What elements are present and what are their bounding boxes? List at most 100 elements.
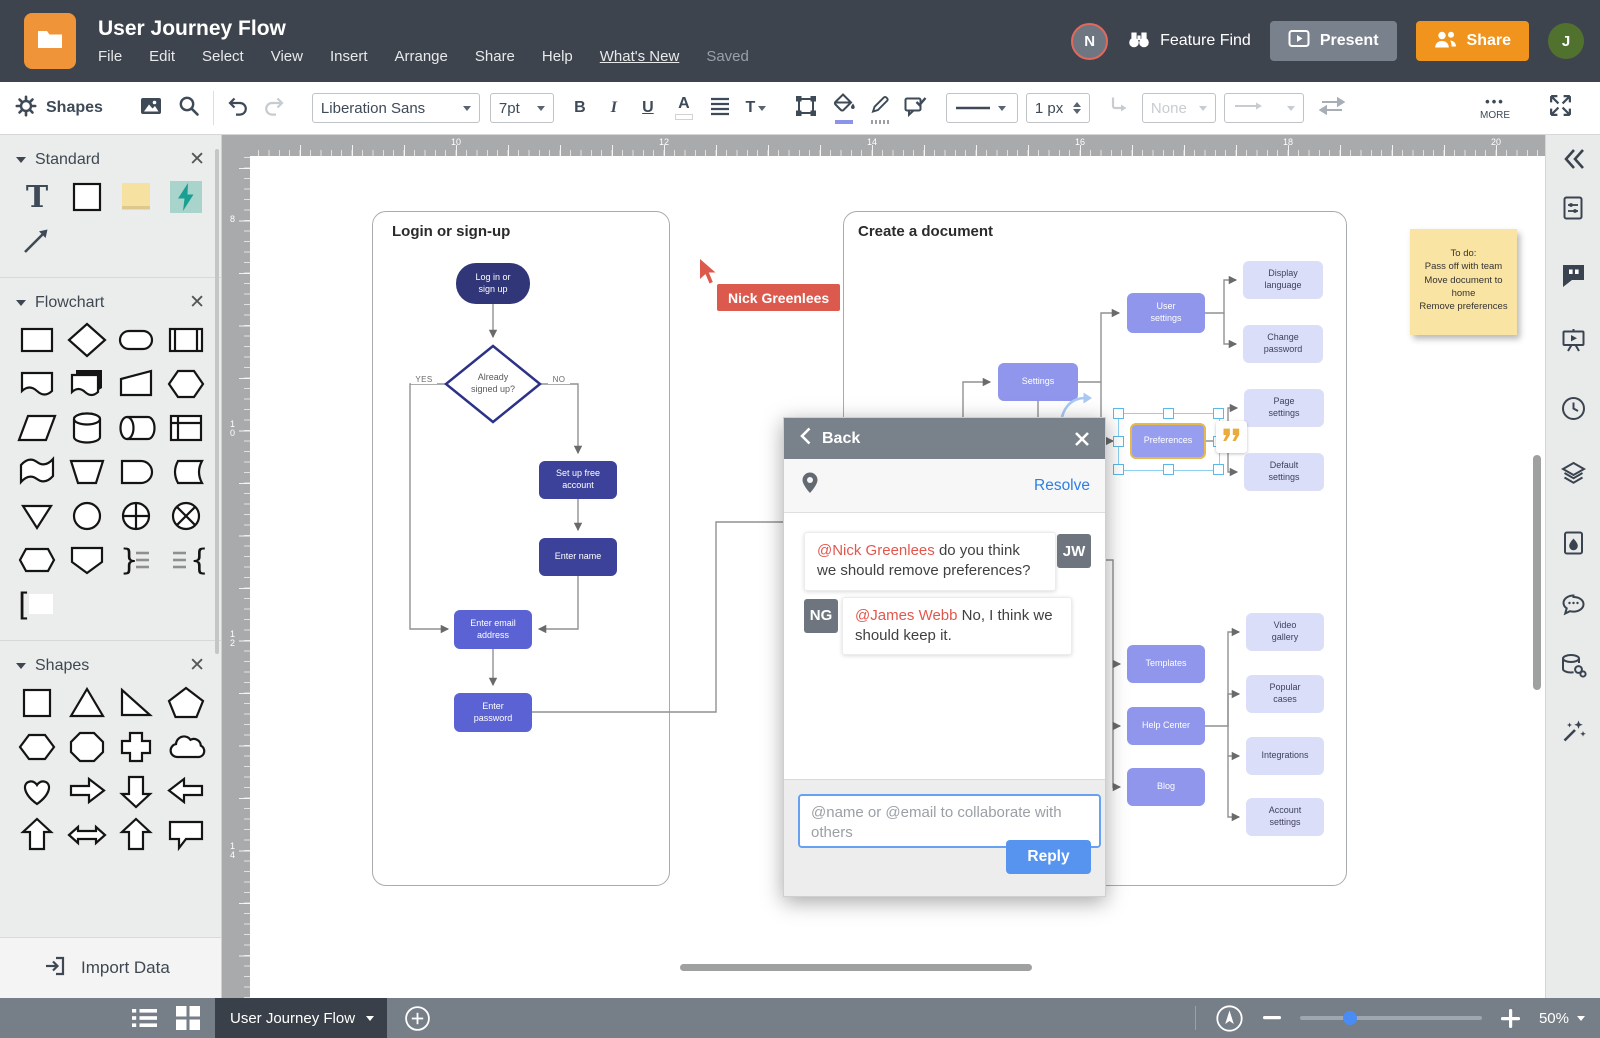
zoom-slider-knob[interactable] [1342, 1011, 1357, 1025]
shape-arrow-left-icon[interactable] [166, 773, 206, 809]
fill-color-button[interactable] [830, 92, 858, 124]
shape-pentagon-icon[interactable] [166, 685, 206, 721]
shape-right-triangle-icon[interactable] [116, 685, 156, 721]
menu-item-insert[interactable]: Insert [330, 48, 368, 65]
back-button[interactable]: Back [800, 427, 860, 450]
zoom-level-select[interactable]: 50% [1539, 1010, 1585, 1027]
menu-item-help[interactable]: Help [542, 48, 573, 65]
resolve-link[interactable]: Resolve [1034, 477, 1090, 495]
italic-button[interactable]: I [600, 92, 628, 124]
theme-icon[interactable] [1560, 530, 1587, 557]
shapes-toggle[interactable]: Shapes [14, 94, 103, 123]
shape-off-page-connector-icon[interactable] [67, 542, 107, 578]
node-blog[interactable]: Blog [1127, 768, 1205, 806]
selection-handle[interactable] [1112, 435, 1124, 447]
shape-brace-left-icon[interactable]: { [166, 542, 206, 578]
shape-summing-junction-icon[interactable] [116, 498, 156, 534]
selection-handle[interactable] [1112, 463, 1124, 475]
sticky-note[interactable]: To do: Pass off with team Move document … [1410, 229, 1517, 335]
align-button[interactable] [706, 92, 734, 124]
search-button[interactable] [175, 92, 203, 124]
panel-scrollbar[interactable] [215, 149, 219, 654]
zoom-slider[interactable] [1299, 1011, 1482, 1025]
data-linking-icon[interactable] [1560, 652, 1587, 679]
menu-item-select[interactable]: Select [202, 48, 244, 65]
node-setup[interactable]: Set up free account [539, 461, 617, 499]
shape-manual-operation-icon[interactable] [67, 454, 107, 490]
line-style-select[interactable] [945, 93, 1018, 123]
close-section-icon[interactable]: ✕ [189, 150, 205, 169]
add-page-icon[interactable] [404, 1005, 431, 1032]
shape-database-icon[interactable] [67, 410, 107, 446]
shape-multi-document-icon[interactable] [67, 366, 107, 402]
shape-frame-button[interactable] [792, 92, 820, 124]
node-user-settings[interactable]: User settings [1127, 293, 1205, 333]
shape-arrow-up-icon[interactable] [17, 817, 57, 853]
chevron-down-icon[interactable] [16, 662, 26, 669]
menu-item-arrange[interactable]: Arrange [395, 48, 448, 65]
selection-handle[interactable] [1112, 407, 1124, 419]
shape-sticky-note-icon[interactable] [116, 179, 156, 215]
node-name[interactable]: Enter name [539, 538, 617, 576]
selection-handle[interactable] [1212, 407, 1224, 419]
shape-data-button[interactable] [902, 92, 930, 124]
document-settings-icon[interactable] [1560, 195, 1587, 222]
node-login[interactable]: Log in or sign up [456, 263, 530, 304]
shape-manual-input-icon[interactable] [116, 366, 156, 402]
node-video-gallery[interactable]: Video gallery [1246, 613, 1324, 651]
shape-arrow-right-icon[interactable] [67, 773, 107, 809]
connector-type-button[interactable] [1106, 92, 1134, 124]
chevron-down-icon[interactable] [16, 299, 26, 306]
shape-lightning-tile-icon[interactable] [166, 179, 206, 215]
comment-badge[interactable] [1216, 421, 1247, 453]
pan-mode-icon[interactable] [1215, 1004, 1244, 1033]
node-change-password[interactable]: Change password [1243, 325, 1323, 363]
shape-cloud-icon[interactable] [166, 729, 206, 765]
shape-terminator-icon[interactable] [116, 322, 156, 358]
canvas-vertical-scrollbar[interactable] [1533, 455, 1541, 690]
chat-icon[interactable] [1560, 592, 1587, 619]
shape-decision-icon[interactable] [66, 322, 107, 358]
feature-find-button[interactable]: Feature Find [1127, 28, 1251, 54]
shape-or-junction-icon[interactable] [166, 498, 206, 534]
shape-merge-icon[interactable] [17, 498, 57, 534]
shape-hexagon-icon[interactable] [17, 729, 57, 765]
shape-arrow-down-icon[interactable] [116, 773, 156, 809]
selection-handle[interactable] [1162, 407, 1174, 419]
menu-item-edit[interactable]: Edit [149, 48, 175, 65]
node-help-center[interactable]: Help Center [1127, 707, 1205, 745]
document-title[interactable]: User Journey Flow [98, 17, 1071, 41]
node-integrations[interactable]: Integrations [1246, 737, 1324, 775]
history-icon[interactable] [1560, 395, 1587, 422]
reply-button[interactable]: Reply [1006, 840, 1091, 874]
shape-octagon-icon[interactable] [67, 729, 107, 765]
grid-view-icon[interactable] [176, 1006, 200, 1030]
shape-display-icon[interactable] [17, 542, 57, 578]
line-end-select[interactable] [1223, 93, 1304, 123]
zoom-in-icon[interactable] [1500, 1008, 1520, 1028]
shape-heart-icon[interactable] [17, 773, 57, 809]
node-account-settings[interactable]: Account settings [1246, 798, 1324, 836]
shape-text-t-icon[interactable]: T [17, 179, 57, 215]
underline-button[interactable]: U [634, 92, 662, 124]
text-options-button[interactable]: T [742, 92, 770, 124]
node-display-language[interactable]: Display language [1243, 261, 1323, 299]
shape-delay-icon[interactable] [116, 454, 156, 490]
shape-paper-tape-icon[interactable] [17, 454, 57, 490]
canvas-horizontal-scrollbar[interactable] [680, 964, 1032, 971]
shape-preparation-icon[interactable] [166, 366, 206, 402]
shape-note-bracket-icon[interactable]: [ [17, 586, 57, 622]
layers-icon[interactable] [1560, 460, 1587, 487]
app-logo[interactable] [24, 13, 76, 69]
shape-line-arrow-icon[interactable] [17, 223, 57, 259]
shape-square-icon[interactable] [17, 685, 57, 721]
more-button[interactable]: ••• MORE [1480, 95, 1510, 121]
shape-predefined-process-icon[interactable] [166, 322, 206, 358]
close-section-icon[interactable]: ✕ [189, 293, 205, 312]
insert-image-button[interactable] [137, 92, 165, 124]
bold-button[interactable]: B [566, 92, 594, 124]
menu-item-what-s-new[interactable]: What's New [600, 48, 680, 65]
container-login[interactable]: Login or sign-up [372, 211, 670, 886]
shape-connector-icon[interactable] [67, 498, 107, 534]
user-avatar[interactable]: J [1548, 23, 1584, 59]
